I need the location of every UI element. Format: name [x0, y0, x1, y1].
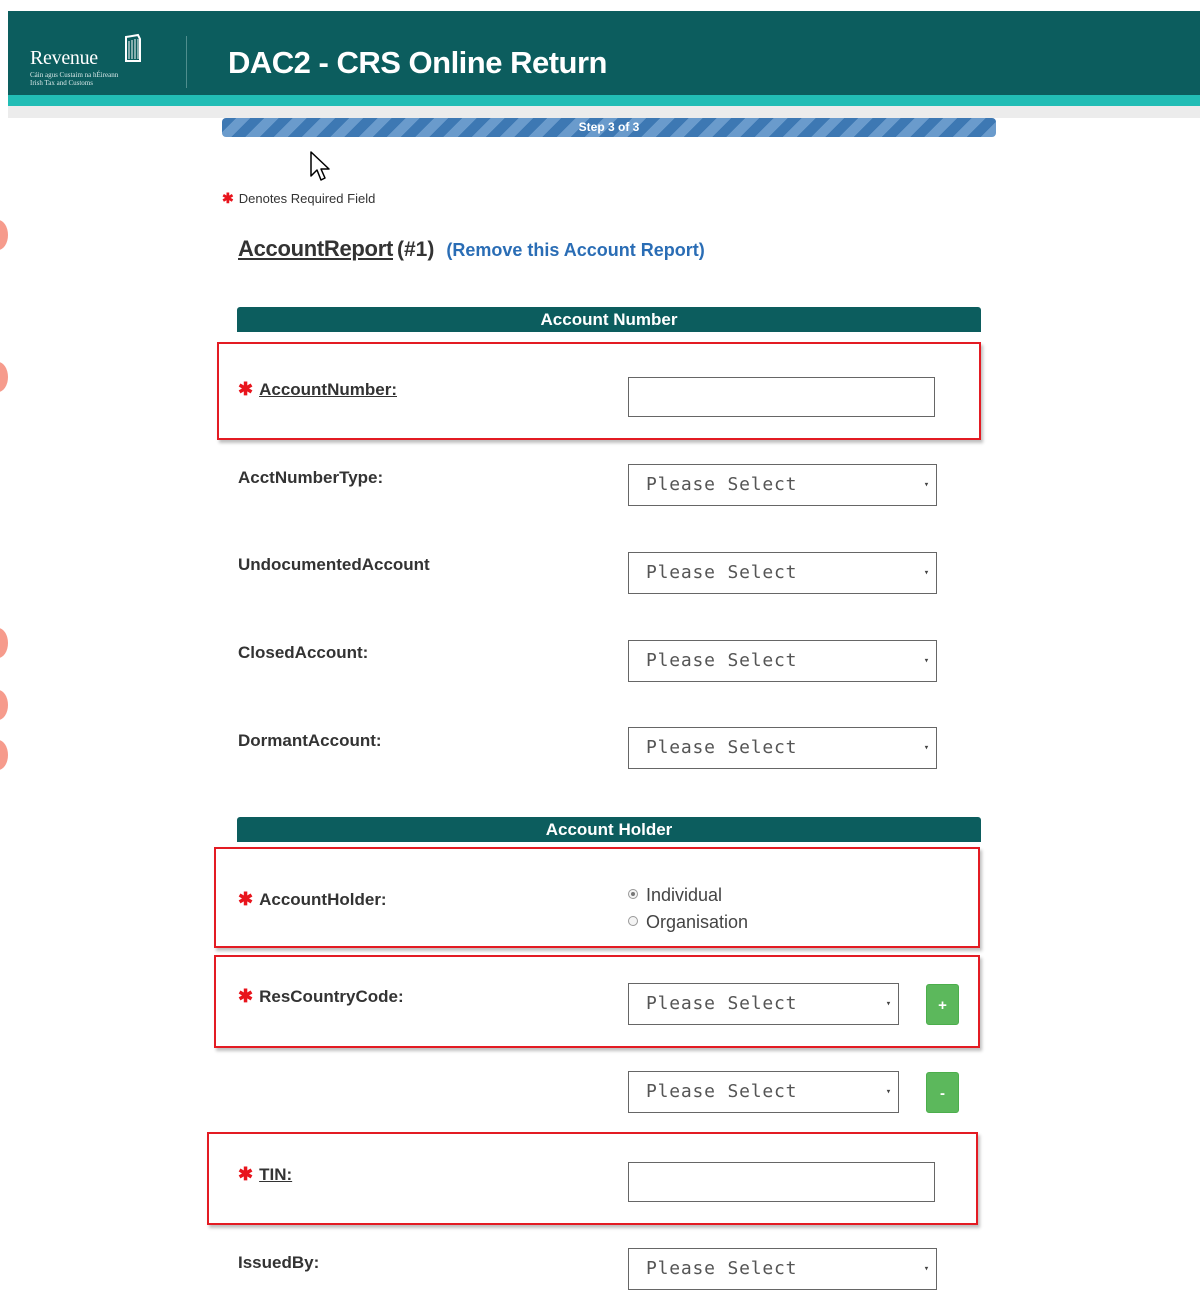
account-report-link[interactable]: AccountReport [238, 236, 393, 261]
issued-by-value: Please Select [646, 1258, 798, 1279]
required-field-note-text: Denotes Required Field [238, 191, 376, 206]
revenue-logo[interactable]: Revenue Cáin agus Custaim na hÉireann Ir… [30, 33, 160, 93]
chevron-down-icon: ▾ [923, 1264, 930, 1274]
account-report-number: (#1) [397, 238, 435, 261]
highlight-res-country-code [214, 955, 980, 1048]
acct-number-type-select[interactable]: Please Select ▾ [628, 464, 937, 506]
required-star-icon: ✱ [222, 190, 234, 206]
closed-account-value: Please Select [646, 650, 798, 671]
highlight-account-number [217, 342, 981, 440]
res-country-code-select-2[interactable]: Please Select ▾ [628, 1071, 899, 1113]
chevron-down-icon: ▾ [923, 743, 930, 753]
header-divider [186, 36, 187, 88]
mouse-pointer-icon [310, 151, 330, 181]
site-header: Revenue Cáin agus Custaim na hÉireann Ir… [8, 11, 1200, 95]
dormant-account-select[interactable]: Please Select ▾ [628, 727, 937, 769]
step-progress-label: Step 3 of 3 [578, 120, 640, 134]
chevron-down-icon: ▾ [923, 656, 930, 666]
header-accent-stripe [8, 95, 1200, 106]
edge-annotation-mark [0, 690, 8, 720]
edge-annotation-mark [0, 220, 8, 250]
remove-account-report-link[interactable]: (Remove this Account Report) [446, 240, 704, 260]
edge-annotation-mark [0, 362, 8, 392]
logo-subtitle-english: Irish Tax and Customs [30, 79, 93, 87]
page-title: DAC2 - CRS Online Return [228, 45, 607, 80]
closed-account-select[interactable]: Please Select ▾ [628, 640, 937, 682]
issued-by-select[interactable]: Please Select ▾ [628, 1248, 937, 1290]
closed-account-label: ClosedAccount: [238, 643, 369, 662]
section-header-account-holder: Account Holder [237, 817, 981, 842]
chevron-down-icon: ▾ [923, 480, 930, 490]
undocumented-account-value: Please Select [646, 562, 798, 583]
dormant-account-value: Please Select [646, 737, 798, 758]
required-field-note: ✱ Denotes Required Field [222, 190, 375, 207]
account-report-heading: AccountReport (#1) (Remove this Account Re… [238, 236, 705, 262]
undocumented-account-label: UndocumentedAccount [238, 555, 430, 574]
highlight-tin [207, 1132, 978, 1225]
remove-country-button[interactable]: - [926, 1072, 959, 1113]
logo-subtitle-irish: Cáin agus Custaim na hÉireann [30, 71, 119, 79]
res-country-code-value-2: Please Select [646, 1081, 798, 1102]
chevron-down-icon: ▾ [885, 1087, 892, 1097]
issued-by-label: IssuedBy: [238, 1253, 320, 1272]
acct-number-type-label: AcctNumberType: [238, 468, 384, 487]
logo-wordmark: Revenue [30, 47, 98, 69]
undocumented-account-select[interactable]: Please Select ▾ [628, 552, 937, 594]
acct-number-type-value: Please Select [646, 474, 798, 495]
harp-icon [125, 33, 141, 62]
chevron-down-icon: ▾ [923, 568, 930, 578]
section-header-account-number: Account Number [237, 307, 981, 332]
edge-annotation-mark [0, 628, 8, 658]
header-shadow [8, 106, 1200, 118]
step-progress-bar: Step 3 of 3 [222, 118, 996, 137]
highlight-account-holder [214, 847, 980, 948]
edge-annotation-mark [0, 740, 8, 770]
dormant-account-label: DormantAccount: [238, 731, 382, 750]
